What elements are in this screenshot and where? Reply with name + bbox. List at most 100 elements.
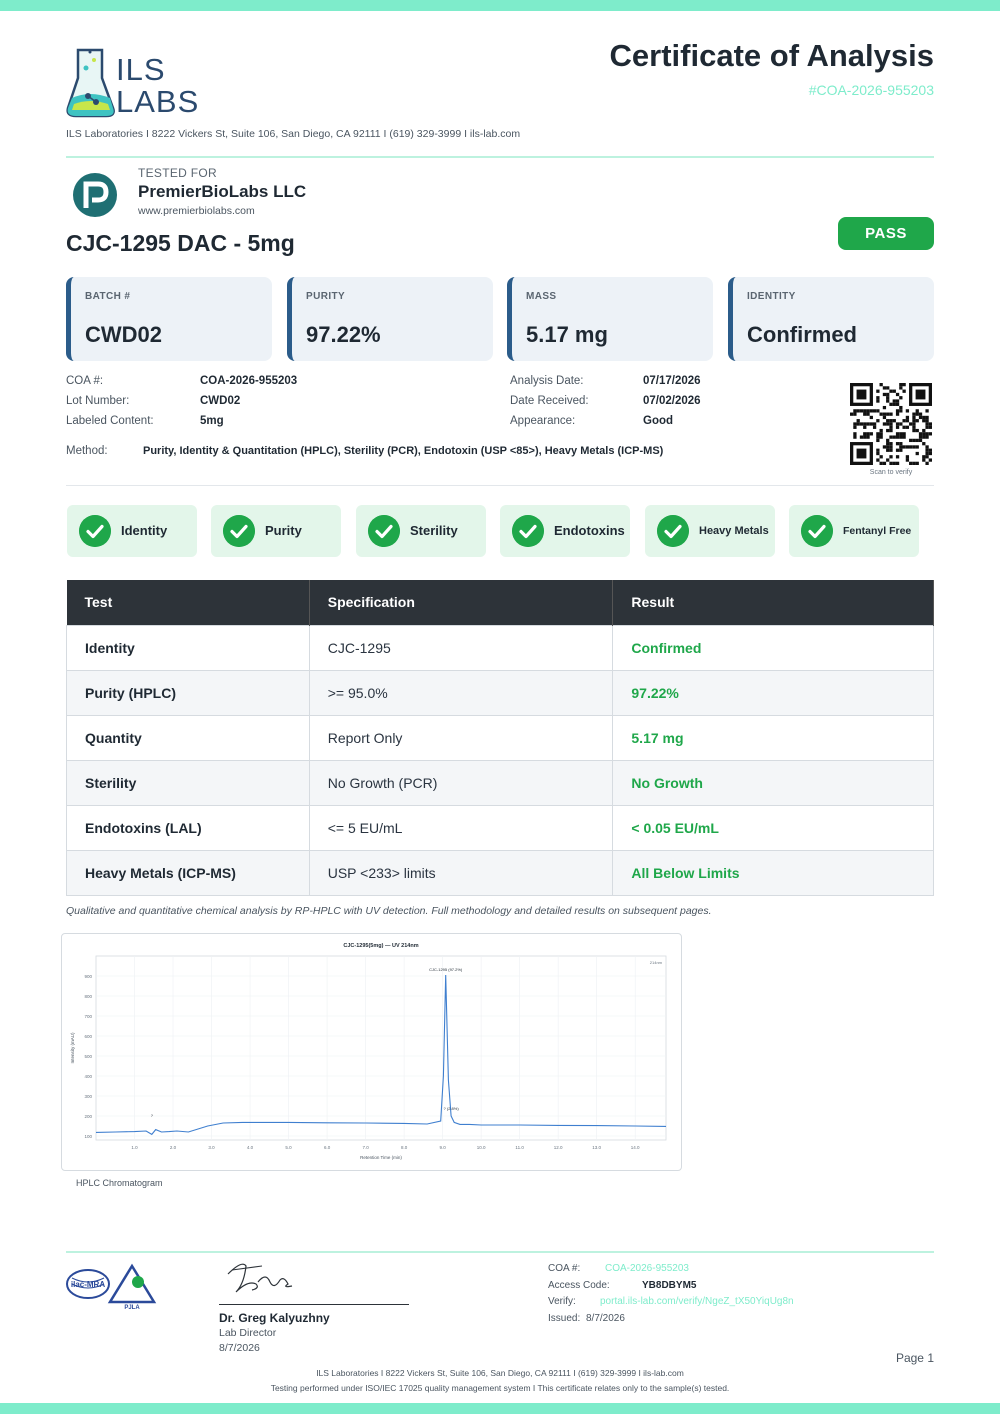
table-row: Endotoxins (LAL) <= 5 EU/mL < 0.05 EU/mL — [66, 804, 934, 851]
coa-number: #COA-2026-955203 — [808, 82, 934, 98]
check-icon — [79, 515, 111, 547]
divider — [66, 485, 934, 486]
results-table: Test Specification Result Identity CJC-1… — [66, 580, 934, 896]
issued-value: 8/7/2026 — [586, 1313, 625, 1324]
column-header-test: Test — [66, 580, 310, 625]
table-row: Identity CJC-1295 Confirmed — [66, 624, 934, 671]
footer-disclaimer: Testing performed under ISO/IEC 17025 qu… — [270, 1383, 730, 1393]
bottom-accent-bar — [0, 1403, 1000, 1414]
x-tick-label: 12.0 — [554, 1145, 563, 1150]
verify-label: Verify: — [548, 1296, 576, 1307]
x-tick-label: 14.0 — [631, 1145, 640, 1150]
card-label: BATCH # — [85, 291, 131, 302]
cell-spec: CJC-1295 — [308, 624, 614, 671]
access-code-label: Access Code: — [548, 1280, 610, 1291]
divider — [66, 1251, 934, 1253]
x-axis-label: Retention Time (min) — [360, 1155, 402, 1160]
client-name: PremierBioLabs LLC — [138, 182, 307, 201]
x-tick-label: 13.0 — [592, 1145, 601, 1150]
y-tick-label: 600 — [84, 1034, 92, 1039]
chromatogram-caption: HPLC Chromatogram — [76, 1178, 163, 1188]
y-tick-label: 100 — [84, 1134, 92, 1139]
badge-label: Identity — [121, 523, 168, 538]
method-note: Qualitative and quantitative chemical an… — [66, 905, 712, 917]
signature-icon — [227, 1263, 293, 1293]
logo-text-labs: LABS — [116, 84, 200, 119]
x-tick-label: 2.0 — [170, 1145, 177, 1150]
product-name: CJC-1295 DAC - 5mg — [66, 230, 295, 256]
badge-label: Purity — [265, 523, 302, 538]
check-icon — [657, 515, 689, 547]
method-value: Purity, Identity & Quantitation (HPLC), … — [143, 445, 664, 457]
card-value: CWD02 — [85, 322, 163, 347]
date-received-label: Date Received: — [510, 395, 589, 407]
qr-code-icon[interactable] — [850, 383, 932, 465]
analysis-date-label: Analysis Date: — [510, 375, 584, 387]
legend-label: 214nm — [650, 960, 663, 965]
x-tick-label: 6.0 — [324, 1145, 331, 1150]
lot-label: Lot Number: — [66, 395, 130, 407]
cell-test: Endotoxins (LAL) — [66, 804, 310, 851]
table-row: Sterility No Growth (PCR) No Growth — [66, 759, 934, 806]
x-tick-label: 11.0 — [515, 1145, 524, 1150]
badge-fentanyl-free: Fentanyl Free — [789, 505, 919, 557]
check-icon — [223, 515, 255, 547]
y-tick-label: 400 — [84, 1074, 92, 1079]
signer-name: Dr. Greg Kalyuzhny — [219, 1311, 330, 1325]
badge-label: Sterility — [410, 523, 458, 538]
cell-result: All Below Limits — [612, 849, 934, 896]
x-tick-label: 3.0 — [208, 1145, 215, 1150]
qr-caption: Scan to verify — [869, 469, 913, 476]
cell-spec: >= 95.0% — [308, 669, 614, 716]
signature-date: 8/7/2026 — [219, 1342, 260, 1354]
divider — [66, 156, 934, 158]
column-header-specification: Specification — [309, 580, 614, 625]
verify-link[interactable]: portal.ils-lab.com/verify/NgeZ_tX50YiqUg… — [600, 1296, 794, 1307]
cell-spec: Report Only — [308, 714, 614, 761]
lab-address: ILS Laboratories I 8222 Vickers St, Suit… — [66, 128, 521, 140]
page-number: Page 1 — [895, 1351, 934, 1365]
cell-spec: <= 5 EU/mL — [308, 804, 614, 851]
footer-coa-value: COA-2026-955203 — [605, 1263, 689, 1274]
labeled-content-label: Labeled Content: — [66, 415, 154, 427]
client-logo-icon — [73, 173, 117, 217]
analysis-date-value: 07/17/2026 — [643, 375, 701, 387]
cell-result: < 0.05 EU/mL — [612, 804, 934, 851]
y-tick-label: 200 — [84, 1114, 92, 1119]
cell-spec: USP <233> limits — [308, 849, 614, 896]
pass-badge: PASS — [838, 217, 934, 250]
x-tick-label: 5.0 — [285, 1145, 292, 1150]
chart-title: CJC-1295(5mg) — UV 214nm — [343, 943, 418, 949]
y-tick-label: 300 — [84, 1094, 92, 1099]
lot-value: CWD02 — [200, 395, 241, 407]
labeled-content-value: 5mg — [200, 415, 224, 427]
badge-label: Heavy Metals — [699, 525, 769, 537]
appearance-value: Good — [643, 415, 674, 427]
check-icon — [368, 515, 400, 547]
coa-value: COA-2026-955203 — [200, 375, 298, 387]
peak-label: CJC-1295 (97.2%) — [429, 967, 463, 972]
card-label: IDENTITY — [747, 291, 796, 302]
y-tick-label: 700 — [84, 1014, 92, 1019]
signer-title: Lab Director — [219, 1327, 277, 1339]
batch-card: BATCH # CWD02 — [66, 277, 272, 361]
y-tick-label: 900 — [84, 974, 92, 979]
x-tick-label: 7.0 — [362, 1145, 369, 1150]
chromatogram-panel: 100 200 300 400 500 600 700 800 900 1.0 2.0 3.0 4.0 5… — [61, 933, 682, 1171]
cell-result: 97.22% — [612, 669, 934, 716]
card-label: PURITY — [306, 291, 346, 302]
chromatogram-chart: 100 200 300 400 500 600 700 800 900 1.0 2.0 3.0 4.0 5… — [70, 943, 667, 1160]
cell-spec: No Growth (PCR) — [308, 759, 614, 806]
access-code-value: YB8DBYM5 — [642, 1280, 697, 1291]
card-value: 5.17 mg — [526, 322, 608, 347]
x-tick-label: 1.0 — [131, 1145, 138, 1150]
table-row: Purity (HPLC) >= 95.0% 97.22% — [66, 669, 934, 716]
peak-label: ? (2.8%) — [444, 1106, 460, 1111]
plot-area — [95, 955, 667, 1141]
badge-sterility: Sterility — [356, 505, 486, 557]
cell-test: Quantity — [66, 714, 310, 761]
logo-text-ils: ILS — [116, 52, 166, 87]
cell-result: Confirmed — [612, 624, 934, 671]
card-value: 97.22% — [306, 322, 381, 347]
accreditation-logos-icon: ilac-MRA PJLA — [66, 1263, 157, 1311]
